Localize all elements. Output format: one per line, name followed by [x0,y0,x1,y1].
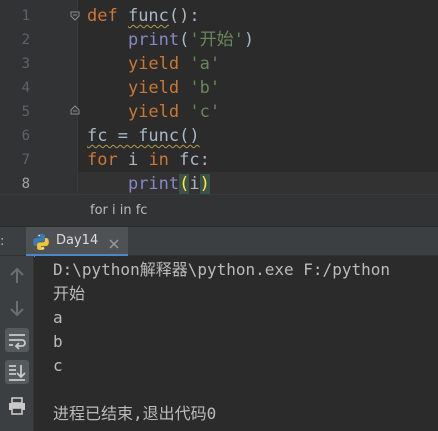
fold-close-icon[interactable] [70,105,80,115]
code-token: i [189,174,200,194]
breadcrumb-item[interactable]: for i in fc [90,195,147,227]
close-icon[interactable] [108,235,120,254]
code-token: print [127,30,180,50]
arrow-down-icon[interactable] [5,296,29,320]
run-toolbar [0,256,34,431]
line-number: 7 [21,152,30,168]
code-line[interactable]: for i in fc: [87,148,210,172]
code-token: in [148,150,180,170]
console-line: b [53,332,63,351]
code-area[interactable]: def func(): print('开始') yield 'a' yield … [78,0,438,196]
console-line: c [53,356,63,375]
console-command-line: D:\python解释器\python.exe F:/python [53,260,390,279]
line-number: 4 [21,80,30,96]
code-token: yield [127,78,190,98]
line-number: 2 [21,32,30,48]
line-number: 1 [21,8,30,24]
soft-wrap-icon[interactable] [5,328,29,352]
code-token: ( [179,174,190,194]
console-line: 进程已结束,退出代码0 [53,404,217,423]
code-token: print [127,174,180,194]
code-token: ( [179,30,190,50]
code-token: 'a' [189,54,221,74]
console-line: 开始 [53,284,86,303]
line-number: 5 [21,104,30,120]
run-panel-prefix: : [0,234,5,249]
console-output[interactable]: D:\python解释器\python.exe F:/python 开始 a b c 进程… [35,256,438,431]
code-token: yield [127,102,190,122]
code-line[interactable]: yield 'c' [87,100,220,124]
code-token: fc = func() [87,126,200,146]
run-tab-label: Day14 [56,233,99,248]
code-token: fc: [179,150,210,170]
code-line[interactable]: def func(): [87,4,200,28]
fold-open-icon[interactable] [70,11,80,21]
code-token: func [127,6,169,26]
breadcrumb[interactable]: for i in fc [0,194,438,226]
code-token: '开始' [189,30,244,50]
code-token: def [87,6,128,26]
code-line[interactable]: yield 'b' [87,76,220,100]
scroll-to-end-icon[interactable] [5,360,29,384]
line-number: 3 [21,56,30,72]
code-line[interactable]: yield 'a' [87,52,220,76]
code-token: i [127,150,149,170]
code-token: ) [199,174,210,194]
run-panel-header: : Day14 [0,226,438,257]
line-number-current: 8 [21,176,30,192]
code-token: for [87,150,128,170]
code-editor[interactable]: 1 2 3 4 5 6 7 8 def func(): print('开始') … [0,0,438,196]
code-token: 'b' [189,78,221,98]
line-number: 6 [21,128,30,144]
code-line[interactable]: fc = func() [87,124,200,148]
code-token: 'c' [189,102,221,122]
code-line[interactable]: print('开始') [87,28,254,52]
arrow-up-icon[interactable] [5,264,29,288]
code-line[interactable]: print(i) [78,172,438,196]
python-icon [32,233,50,255]
print-icon[interactable] [5,394,29,418]
code-token: (): [168,6,200,26]
editor-gutter: 1 2 3 4 5 6 7 8 [0,0,80,194]
run-tab-day14[interactable]: Day14 [26,227,128,257]
code-token: yield [127,54,190,74]
code-token: ) [243,30,255,50]
console-line: a [53,308,63,327]
